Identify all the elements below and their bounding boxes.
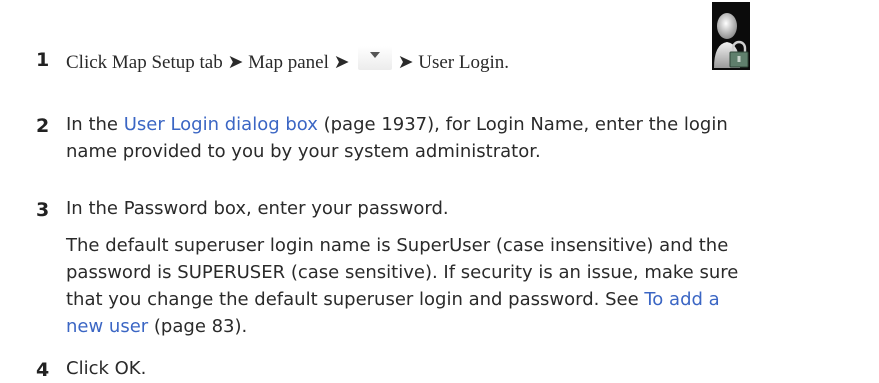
arrow-icon: ➤ xyxy=(333,52,350,73)
step-2-prefix: In the xyxy=(66,114,124,135)
add-user-link[interactable]: To add a xyxy=(644,289,719,310)
document-page: 1 Click Map Setup tab ➤ Map panel ➤ ➤ Use… xyxy=(0,0,879,383)
step-3-note-line-1: The default superuser login name is Supe… xyxy=(66,235,729,256)
step-1-part1: Click Map Setup tab xyxy=(66,52,223,73)
step-3-note-page-ref: (page 83). xyxy=(148,316,248,337)
step-2-page-ref: (page 1937), for Login Name, enter the l… xyxy=(317,114,728,135)
step-3-note-line-4: new user (page 83). xyxy=(66,313,866,340)
user-lock-icon xyxy=(712,2,750,70)
step-3-note: The default superuser login name is Supe… xyxy=(66,232,866,340)
add-user-link-continued[interactable]: new user xyxy=(66,316,148,337)
step-number: 2 xyxy=(36,115,50,137)
step-1-part3: User Login. xyxy=(418,52,509,73)
step-number: 3 xyxy=(36,199,50,221)
arrow-icon: ➤ xyxy=(227,52,244,73)
step-2-line-1: In the User Login dialog box (page 1937)… xyxy=(66,111,866,138)
step-2-text: In the User Login dialog box (page 1937)… xyxy=(66,111,866,165)
step-3-note-line-2: password is SUPERUSER (case sensitive). … xyxy=(66,262,739,283)
step-1-part2: Map panel xyxy=(248,52,329,73)
step-4-text: Click OK. xyxy=(66,358,147,379)
step-number: 1 xyxy=(36,49,50,71)
step-3-text: In the Password box, enter your password… xyxy=(66,198,449,219)
chevron-down-icon xyxy=(357,46,392,70)
step-3-note-line-3-prefix: that you change the default superuser lo… xyxy=(66,289,645,310)
arrow-icon: ➤ xyxy=(397,52,414,73)
step-3-note-line-3: that you change the default superuser lo… xyxy=(66,286,866,313)
step-number: 4 xyxy=(36,359,50,381)
user-login-dialog-link[interactable]: User Login dialog box xyxy=(124,114,318,135)
step-2-line-2: name provided to you by your system admi… xyxy=(66,141,541,162)
